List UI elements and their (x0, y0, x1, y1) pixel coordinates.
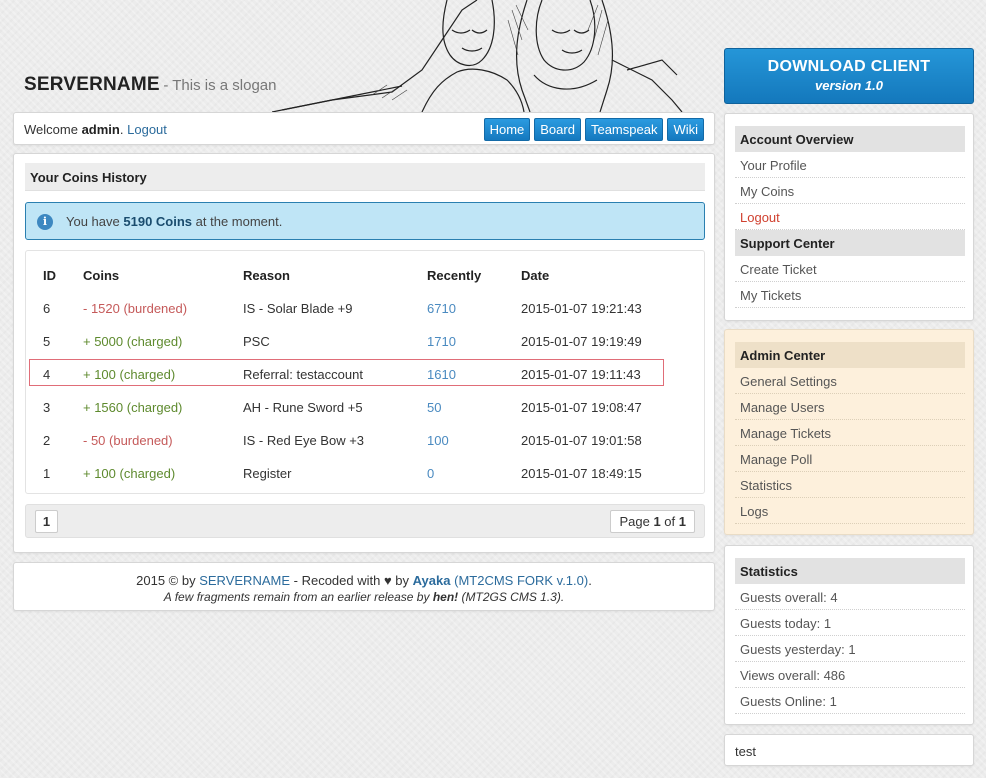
statistics-sidebar: Statistics Guests overall: 4 Guests toda… (724, 545, 974, 725)
sidebar-item-my-tickets[interactable]: My Tickets (735, 282, 965, 308)
header-reason: Reason (243, 268, 290, 283)
account-sidebar: Account Overview Your Profile My Coins L… (724, 113, 974, 321)
header-date: Date (521, 268, 550, 283)
table-row: 3 + 1560 (charged) AH - Rune Sword +5 50… (43, 400, 642, 415)
table-row: 4 + 100 (charged) Referral: testaccount … (43, 367, 641, 382)
coins-alert: i You have 5190 Coins at the moment. (25, 202, 705, 240)
server-name: SERVERNAME (24, 74, 160, 95)
header-artwork (272, 0, 683, 112)
page-title: Your Coins History (25, 163, 705, 191)
info-icon: i (37, 214, 53, 230)
table-header-row: ID Coins Reason Recently Date (26, 259, 706, 292)
sidebar-item-general-settings[interactable]: General Settings (735, 368, 965, 394)
admin-sidebar: Admin Center General Settings Manage Use… (724, 329, 974, 535)
server-slogan: - This is a slogan (163, 77, 277, 94)
footer: 2015 © by SERVERNAME - Recoded with ♥ by… (13, 562, 715, 611)
header-coins: Coins (83, 268, 120, 283)
nav-wiki-button[interactable]: Wiki (667, 118, 704, 141)
footer-author-link[interactable]: Ayaka (413, 573, 451, 588)
table-row: 6 - 1520 (burdened) IS - Solar Blade +9 … (43, 301, 642, 316)
sidebar-item-manage-users[interactable]: Manage Users (735, 394, 965, 420)
stat-guests-yesterday: Guests yesterday: 1 (735, 636, 965, 662)
main-nav: Home Board Teamspeak Wiki (483, 118, 704, 141)
footer-line-2: A few fragments remain from an earlier r… (163, 590, 565, 604)
nav-teamspeak-button[interactable]: Teamspeak (584, 118, 664, 141)
stat-guests-overall: Guests overall: 4 (735, 584, 965, 610)
admin-center-heading: Admin Center (735, 342, 965, 368)
footer-line-1: 2015 © by SERVERNAME - Recoded with ♥ by… (136, 573, 592, 588)
coins-amount: 5190 Coins (123, 214, 193, 229)
footer-server-link[interactable]: SERVERNAME (199, 573, 290, 588)
header-id: ID (43, 268, 56, 283)
page-1-button[interactable]: 1 (35, 510, 58, 533)
table-row: 5 + 5000 (charged) PSC 1710 2015-01-07 1… (43, 334, 642, 349)
coins-history-panel: Your Coins History i You have 5190 Coins… (13, 153, 715, 553)
sidebar-item-logout[interactable]: Logout (735, 204, 965, 230)
header-recently: Recently (427, 268, 482, 283)
footer-fork-link[interactable]: (MT2CMS FORK v.1.0) (454, 573, 588, 588)
table-row: 1 + 100 (charged) Register 0 2015-01-07 … (43, 466, 642, 481)
support-center-heading: Support Center (735, 230, 965, 256)
pagination: 1 Page 1 of 1 (25, 504, 705, 538)
test-box: test (724, 734, 974, 766)
sidebar-item-statistics[interactable]: Statistics (735, 472, 965, 498)
brand: SERVERNAME - This is a slogan (24, 74, 276, 96)
statistics-heading: Statistics (735, 558, 965, 584)
stat-guests-online: Guests Online: 1 (735, 688, 965, 714)
stat-guests-today: Guests today: 1 (735, 610, 965, 636)
sidebar-item-my-coins[interactable]: My Coins (735, 178, 965, 204)
sidebar-item-create-ticket[interactable]: Create Ticket (735, 256, 965, 282)
coins-table: ID Coins Reason Recently Date 6 - 1520 (… (25, 250, 705, 494)
test-text: test (735, 744, 756, 759)
nav-home-button[interactable]: Home (483, 118, 531, 141)
top-bar: Welcome admin. Logout Home Board Teamspe… (13, 112, 715, 145)
page-info: Page 1 of 1 (610, 510, 695, 533)
logout-link[interactable]: Logout (127, 122, 167, 137)
sidebar-item-logs[interactable]: Logs (735, 498, 965, 524)
sidebar-item-manage-tickets[interactable]: Manage Tickets (735, 420, 965, 446)
username: admin (81, 122, 120, 137)
sidebar-item-manage-poll[interactable]: Manage Poll (735, 446, 965, 472)
nav-board-button[interactable]: Board (534, 118, 581, 141)
download-version: version 1.0 (815, 78, 883, 93)
account-overview-heading: Account Overview (735, 126, 965, 152)
stat-views-overall: Views overall: 486 (735, 662, 965, 688)
download-title: DOWNLOAD CLIENT (767, 58, 931, 75)
download-client-button[interactable]: DOWNLOAD CLIENT version 1.0 (724, 48, 974, 104)
welcome-text: Welcome admin. Logout (24, 122, 167, 137)
table-row: 2 - 50 (burdened) IS - Red Eye Bow +3 10… (43, 433, 642, 448)
sidebar-item-your-profile[interactable]: Your Profile (735, 152, 965, 178)
